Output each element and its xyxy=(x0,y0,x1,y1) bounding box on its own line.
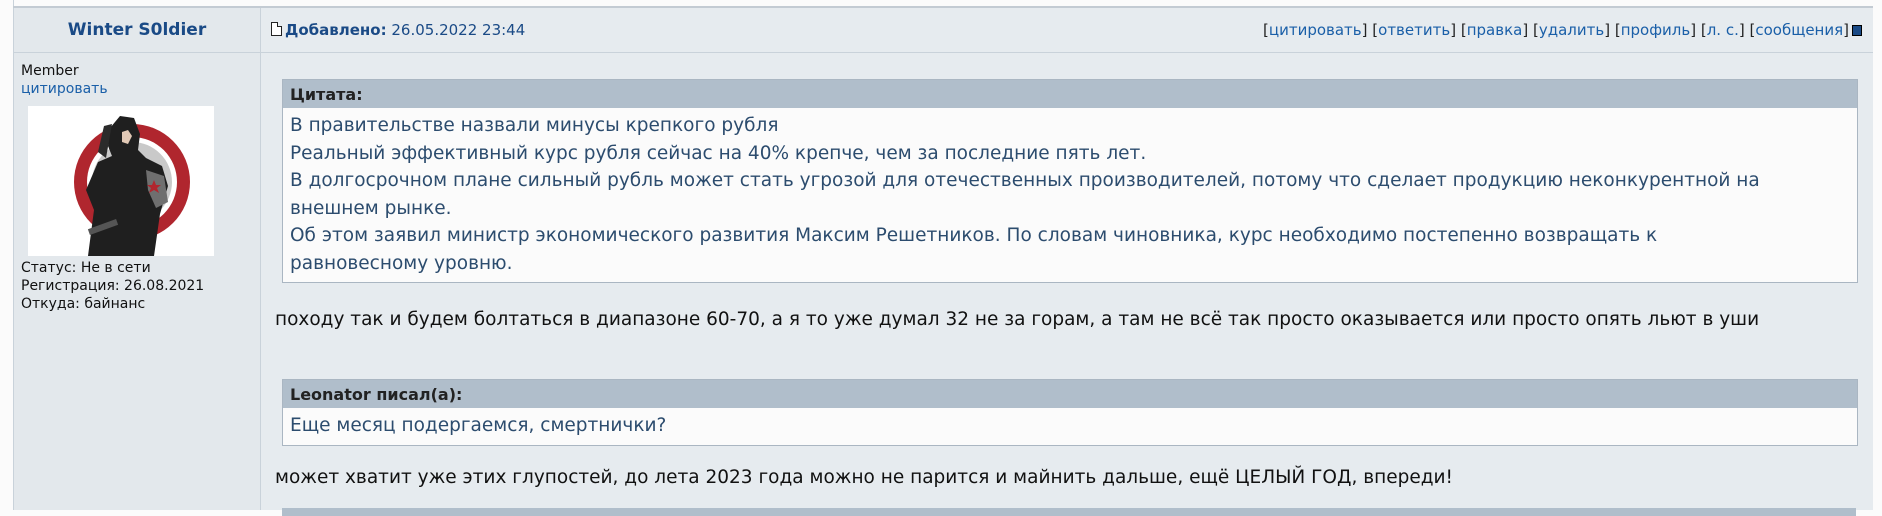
quote-button[interactable]: цитировать xyxy=(1269,21,1362,39)
author-info: Member цитировать Статус: Не в сети Реги… xyxy=(14,53,260,322)
messages-button[interactable]: сообщения xyxy=(1755,21,1843,39)
added-date: 26.05.2022 23:44 xyxy=(391,21,526,39)
quote-body: Еще месяц подергаемся, смертнички? xyxy=(283,408,1857,445)
added-label: Добавлено: xyxy=(285,21,387,39)
delete-button[interactable]: удалить xyxy=(1539,21,1604,39)
quote-block: Цитата: В правительстве назвали минусы к… xyxy=(282,79,1858,283)
post-text: может хватит уже этих глупостей, до лета… xyxy=(275,467,1453,488)
author-status: Статус: Не в сети xyxy=(21,260,151,276)
post-actions: [цитировать] [ответить] [правка] [удалит… xyxy=(1263,21,1849,39)
reply-button[interactable]: ответить xyxy=(1378,21,1450,39)
author-registration: Регистрация: 26.08.2021 xyxy=(21,278,205,294)
author-rank: Member xyxy=(21,63,79,79)
quote-line: Еще месяц подергаемся, смертнички? xyxy=(290,415,667,436)
author-location: Откуда: байнанс xyxy=(21,296,146,312)
quote-block: Leonator писал(а): Еще месяц подергаемся… xyxy=(282,379,1858,446)
author-name[interactable]: Winter S0ldier xyxy=(68,20,206,40)
quote-line: Об этом заявил министр экономического ра… xyxy=(290,225,1658,246)
quote-line: В правительстве назвали минусы крепкого … xyxy=(290,115,779,136)
post-header: Добавлено: 26.05.2022 23:44 [цитировать]… xyxy=(261,8,1873,53)
post-column: Добавлено: 26.05.2022 23:44 [цитировать]… xyxy=(261,8,1873,516)
quote-body: В правительстве назвали минусы крепкого … xyxy=(283,108,1857,282)
profile-button[interactable]: профиль xyxy=(1621,21,1691,39)
author-header: Winter S0ldier xyxy=(14,8,260,53)
quote-line: Реальный эффективный курс рубля сейчас н… xyxy=(290,142,1147,164)
author-column: Winter S0ldier Member цитировать Статус:… xyxy=(14,8,261,510)
post-date: Добавлено: 26.05.2022 23:44 xyxy=(271,21,525,39)
edit-button[interactable]: правка xyxy=(1467,21,1523,39)
quote-title: Цитата: xyxy=(283,80,1857,108)
post-document-icon[interactable] xyxy=(271,22,282,36)
post-text: походу так и будем болтаться в диапазоне… xyxy=(275,309,1760,330)
author-meta: Статус: Не в сети Регистрация: 26.08.202… xyxy=(21,259,253,313)
quote-line: равновесному уровню. xyxy=(290,252,513,274)
private-message-button[interactable]: л. с. xyxy=(1707,21,1739,39)
quote-author-link[interactable]: цитировать xyxy=(21,80,253,98)
quote-header-partial xyxy=(282,508,1856,516)
quote-title: Leonator писал(а): xyxy=(283,380,1857,408)
quote-line: В долгосрочном плане сильный рубль может… xyxy=(290,170,1760,191)
avatar xyxy=(28,106,214,256)
square-icon xyxy=(1852,25,1862,36)
quote-line: внешнем рынке. xyxy=(290,197,452,219)
